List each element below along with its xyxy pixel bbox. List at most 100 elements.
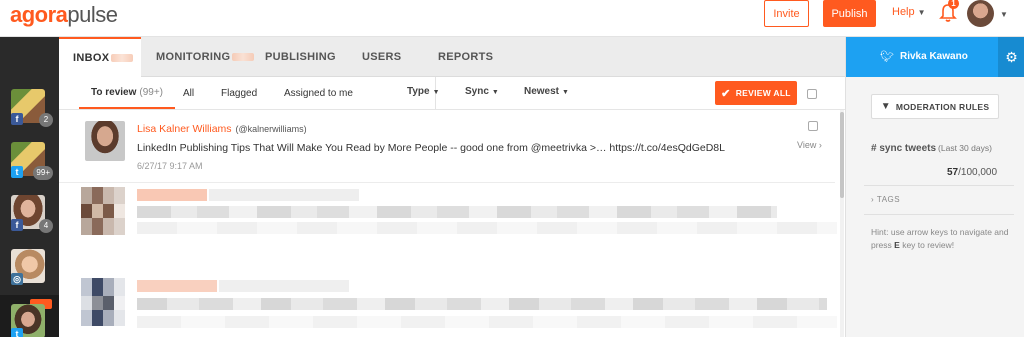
author-avatar[interactable]	[85, 121, 125, 161]
account-item[interactable]: f 2	[11, 89, 53, 127]
blurred-text	[137, 298, 827, 310]
twitter-icon: t	[11, 166, 23, 178]
caret-down-icon: ▼	[917, 8, 926, 17]
blurred-list-item[interactable]	[59, 184, 837, 266]
account-count-badge: 2	[39, 113, 53, 127]
caret-down-icon: ▼	[562, 89, 569, 96]
blurred-text	[137, 316, 837, 328]
tab-publishing[interactable]: PUBLISHING	[265, 37, 336, 77]
caret-down-icon: ▼	[432, 89, 440, 96]
tab-label: INBOX	[73, 52, 110, 64]
scrollbar-thumb[interactable]	[840, 112, 844, 198]
facebook-icon: f	[11, 219, 23, 231]
blurred-name	[137, 189, 207, 201]
sync-tweets-title: # sync tweets (Last 30 days)	[871, 143, 992, 154]
sync-dropdown[interactable]: Sync ▼	[465, 86, 499, 97]
sync-title-text: # sync tweets	[871, 143, 937, 154]
caret-down-icon[interactable]: ▼	[1000, 10, 1008, 19]
tags-toggle[interactable]: › TAGS	[871, 195, 900, 204]
main-tabs: INBOX MONITORING PUBLISHING USERS REPORT…	[59, 37, 845, 77]
sync-used: 57	[947, 167, 959, 178]
top-bar: agorapulse Invite Publish Help ▼ 1 ▼	[0, 0, 1024, 37]
invite-button[interactable]: Invite	[764, 0, 809, 27]
blurred-text	[137, 222, 837, 234]
dropdown-label: Type	[407, 86, 430, 97]
dropdown-label: Newest	[524, 86, 560, 97]
filter-tab-assigned[interactable]: Assigned to me	[284, 77, 353, 109]
hint-text: key to review!	[899, 240, 955, 250]
account-item[interactable]: t 99+	[11, 142, 53, 180]
author-name-text: Lisa Kalner Williams	[137, 123, 232, 135]
gear-icon[interactable]: ⚙	[998, 37, 1024, 77]
account-count-badge: 99+	[33, 166, 53, 180]
item-checkbox[interactable]	[808, 121, 818, 131]
keyboard-hint: Hint: use arrow keys to navigate and pre…	[871, 226, 1011, 252]
blurred-name	[137, 280, 217, 292]
logo-main-text: agora	[10, 2, 68, 27]
twitter-bird-icon: 🐦︎	[880, 51, 894, 63]
blurred-list-item[interactable]	[59, 266, 837, 337]
chevron-right-icon: ›	[871, 195, 875, 204]
blurred-name	[219, 280, 349, 292]
logo-sub-text: pulse	[67, 2, 118, 27]
user-avatar[interactable]	[967, 0, 994, 27]
divider	[864, 214, 1014, 215]
message-timestamp: 6/27/17 9:17 AM	[137, 161, 203, 171]
blurred-text	[137, 206, 777, 218]
publish-button[interactable]: Publish	[823, 0, 876, 27]
view-link[interactable]: View ›	[797, 140, 822, 150]
agorapulse-logo[interactable]: agorapulse	[10, 2, 118, 28]
dropdown-label: Sync	[465, 86, 489, 97]
account-item[interactable]: f 4	[11, 195, 53, 233]
filter-tab-flagged[interactable]: Flagged	[221, 77, 257, 109]
sort-dropdown[interactable]: Newest ▼	[524, 86, 569, 97]
filter-tab-count: (99+)	[139, 86, 164, 98]
message-text: LinkedIn Publishing Tips That Will Make …	[137, 142, 725, 154]
filter-tab-label: All	[183, 87, 195, 99]
sync-count: 57/100,000	[947, 167, 997, 178]
list-item[interactable]: Lisa Kalner Williams (@kalnerwilliams) Li…	[59, 110, 835, 183]
blurred-avatar	[81, 296, 125, 310]
facebook-icon: f	[11, 113, 23, 125]
tab-inbox[interactable]: INBOX	[59, 37, 141, 77]
filter-icon: ▼	[880, 101, 891, 112]
check-icon: ✔	[721, 87, 731, 100]
blurred-name	[209, 189, 359, 201]
account-header: 🐦︎ Rivka Kawano ⚙	[846, 37, 1024, 77]
filter-tab-all[interactable]: All	[183, 77, 194, 109]
twitter-icon: t	[11, 328, 23, 337]
inbox-feed: Lisa Kalner Williams (@kalnerwilliams) Li…	[59, 110, 845, 337]
filter-tab-label: Assigned to me	[284, 87, 353, 99]
tab-label: REPORTS	[438, 51, 494, 63]
tab-label: MONITORING	[156, 51, 231, 63]
tab-count-badge	[232, 53, 255, 61]
filter-tab-label: To review	[91, 86, 137, 98]
account-item-active[interactable]: t	[11, 304, 45, 337]
select-all-checkbox[interactable]	[807, 89, 817, 99]
sync-total: /100,000	[958, 167, 998, 178]
help-menu[interactable]: Help ▼	[892, 6, 926, 18]
view-label: View	[797, 140, 817, 150]
blurred-avatar	[81, 204, 125, 218]
account-item[interactable]: ◎	[11, 249, 45, 285]
feed-scrollbar[interactable]	[840, 110, 844, 337]
filter-tab-label: Flagged	[221, 87, 258, 99]
type-dropdown[interactable]: Type ▼	[407, 86, 440, 97]
instagram-icon: ◎	[11, 273, 23, 285]
moderation-rules-label: MODERATION RULES	[895, 101, 990, 112]
tab-monitoring[interactable]: MONITORING	[156, 37, 255, 77]
filter-tab-to-review[interactable]: To review (99+)	[79, 77, 176, 109]
tab-label: USERS	[362, 51, 402, 63]
tab-reports[interactable]: REPORTS	[438, 37, 493, 77]
tab-label: PUBLISHING	[265, 51, 336, 63]
tab-count-badge	[111, 54, 134, 62]
account-name: Rivka Kawano	[900, 51, 968, 62]
review-all-button[interactable]: ✔ REVIEW ALL	[715, 81, 797, 105]
moderation-rules-button[interactable]: ▼ MODERATION RULES	[871, 94, 999, 119]
review-all-label: REVIEW ALL	[735, 88, 791, 98]
caret-down-icon: ▼	[491, 89, 499, 96]
accounts-rail: f 2 t 99+ f 4 ◎ t	[0, 37, 59, 337]
tab-users[interactable]: USERS	[362, 37, 401, 77]
author-name[interactable]: Lisa Kalner Williams (@kalnerwilliams)	[137, 123, 307, 135]
account-count-badge: 4	[39, 219, 53, 233]
